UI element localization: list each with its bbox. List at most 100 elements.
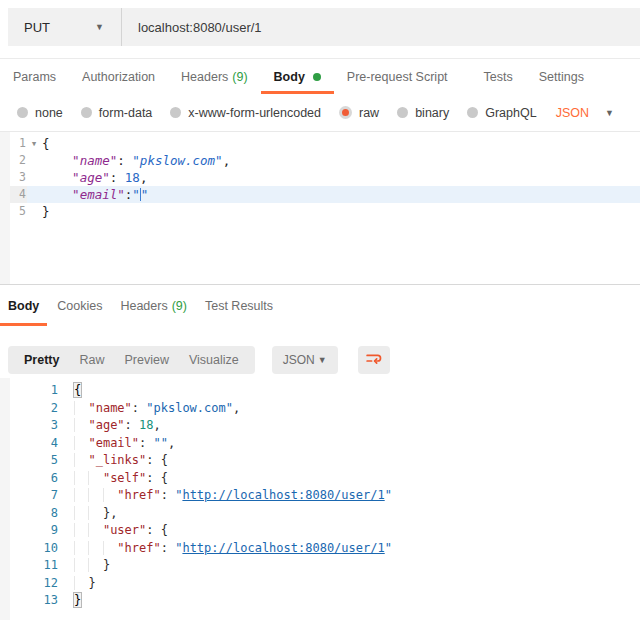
code-text: "user": { (74, 522, 640, 540)
response-body-viewer[interactable]: 1{2 "name": "pkslow.com",3 "age": 18,4 "… (0, 378, 640, 620)
code-text: "href": "http://localhost:8080/user/1" (74, 487, 640, 505)
body-modified-dot (313, 73, 321, 81)
wrap-lines-icon (365, 351, 382, 368)
code-text: "name": "pkslow.com", (42, 152, 640, 169)
code-line: 3 "age": 18, (0, 169, 640, 186)
response-panel: Body Cookies Headers(9) Test Results Pre… (0, 284, 640, 620)
code-line: 9 "user": { (0, 522, 640, 540)
fold-gutter (58, 592, 74, 610)
request-body-editor[interactable]: 1▾{2 "name": "pkslow.com",3 "age": 18,4 … (0, 132, 640, 284)
code-line: 5 "_links": { (0, 452, 640, 470)
tab-label: Cookies (57, 299, 102, 313)
mode-none[interactable]: none (17, 106, 63, 120)
tab-pre-request-script[interactable]: Pre-request Script (334, 59, 461, 94)
code-text: { (42, 135, 640, 152)
code-text: } (74, 557, 640, 575)
language-label: JSON (283, 353, 315, 367)
tab-label: Authorization (82, 70, 155, 84)
fold-gutter (58, 435, 74, 453)
code-text: "href": "http://localhost:8080/user/1" (74, 540, 640, 558)
mode-binary[interactable]: binary (397, 106, 449, 120)
radio-icon (17, 107, 28, 118)
radio-icon (397, 107, 408, 118)
code-line: 10 "href": "http://localhost:8080/user/1… (0, 540, 640, 558)
tab-params[interactable]: Params (0, 59, 69, 94)
tab-response-headers[interactable]: Headers(9) (112, 285, 195, 326)
mode-x-www-form-urlencoded[interactable]: x-www-form-urlencoded (170, 106, 321, 120)
fold-gutter (58, 417, 74, 435)
code-text: "email":"" (42, 186, 640, 203)
fold-gutter (26, 186, 42, 203)
code-line: 1{ (0, 382, 640, 400)
view-mode-switch: Pretty Raw Preview Visualize (8, 346, 255, 374)
view-preview[interactable]: Preview (114, 346, 178, 374)
raw-language-dropdown[interactable]: JSON ▼ (556, 106, 614, 120)
view-pretty[interactable]: Pretty (14, 346, 69, 374)
mode-label: binary (415, 106, 449, 120)
viewer-gutter-strip (0, 378, 10, 620)
chevron-down-icon: ▼ (318, 355, 327, 365)
tab-label: Tests (484, 70, 513, 84)
mode-label: GraphQL (485, 106, 536, 120)
fold-gutter (58, 540, 74, 558)
tab-label: Settings (539, 70, 584, 84)
tab-label: Headers (181, 70, 228, 84)
response-tabs: Body Cookies Headers(9) Test Results (0, 285, 640, 326)
code-text: } (42, 203, 640, 220)
tab-tests[interactable]: Tests (471, 59, 526, 94)
fold-gutter (58, 452, 74, 470)
view-label: Visualize (189, 353, 239, 367)
tab-authorization[interactable]: Authorization (69, 59, 168, 94)
response-language-dropdown[interactable]: JSON ▼ (272, 346, 338, 374)
fold-gutter (58, 505, 74, 523)
code-line: 4 "email": "", (0, 435, 640, 453)
mode-raw[interactable]: raw (339, 106, 379, 120)
tab-label: Headers (120, 299, 167, 313)
method-dropdown[interactable]: PUT ▼ (8, 8, 122, 46)
tab-test-results[interactable]: Test Results (197, 285, 281, 326)
tab-response-body[interactable]: Body (0, 285, 47, 326)
tab-settings[interactable]: Settings (526, 59, 597, 94)
mode-form-data[interactable]: form-data (81, 106, 153, 120)
headers-count: (9) (232, 70, 247, 84)
body-mode-row: none form-data x-www-form-urlencoded raw… (0, 94, 640, 132)
fold-arrow-icon[interactable]: ▾ (26, 135, 42, 152)
fold-gutter (58, 470, 74, 488)
mode-label: none (35, 106, 63, 120)
code-text: } (74, 592, 640, 610)
fold-gutter (58, 400, 74, 418)
mode-graphql[interactable]: GraphQL (467, 106, 536, 120)
fold-gutter (26, 152, 42, 169)
fold-gutter (58, 487, 74, 505)
fold-gutter (58, 382, 74, 400)
view-raw[interactable]: Raw (69, 346, 114, 374)
radio-icon (81, 107, 92, 118)
fold-gutter (26, 203, 42, 220)
tab-label: Pre-request Script (347, 70, 448, 84)
radio-icon (170, 107, 181, 118)
code-line: 6 "self": { (0, 470, 640, 488)
mode-label: x-www-form-urlencoded (188, 106, 321, 120)
code-line: 12 } (0, 575, 640, 593)
view-label: Pretty (24, 353, 59, 367)
code-text: }, (74, 505, 640, 523)
request-url-bar: PUT ▼ localhost:8080/user/1 (8, 8, 640, 46)
tab-headers[interactable]: Headers (9) (168, 59, 261, 94)
raw-language-label: JSON (556, 106, 589, 120)
url-input[interactable]: localhost:8080/user/1 (122, 8, 640, 46)
radio-icon (467, 107, 478, 118)
code-line: 13} (0, 592, 640, 610)
code-line: 2 "name": "pkslow.com", (0, 400, 640, 418)
wrap-lines-button[interactable] (358, 346, 390, 374)
editor-gutter-strip (0, 132, 10, 284)
fold-gutter (26, 169, 42, 186)
code-text: "self": { (74, 470, 640, 488)
view-visualize[interactable]: Visualize (179, 346, 249, 374)
response-toolbar: Pretty Raw Preview Visualize JSON ▼ (0, 326, 640, 378)
code-line: 5} (0, 203, 640, 220)
tab-cookies[interactable]: Cookies (49, 285, 110, 326)
tab-body[interactable]: Body (261, 59, 334, 94)
code-line: 3 "age": 18, (0, 417, 640, 435)
mode-label: raw (359, 106, 379, 120)
radio-selected-icon (339, 106, 352, 119)
